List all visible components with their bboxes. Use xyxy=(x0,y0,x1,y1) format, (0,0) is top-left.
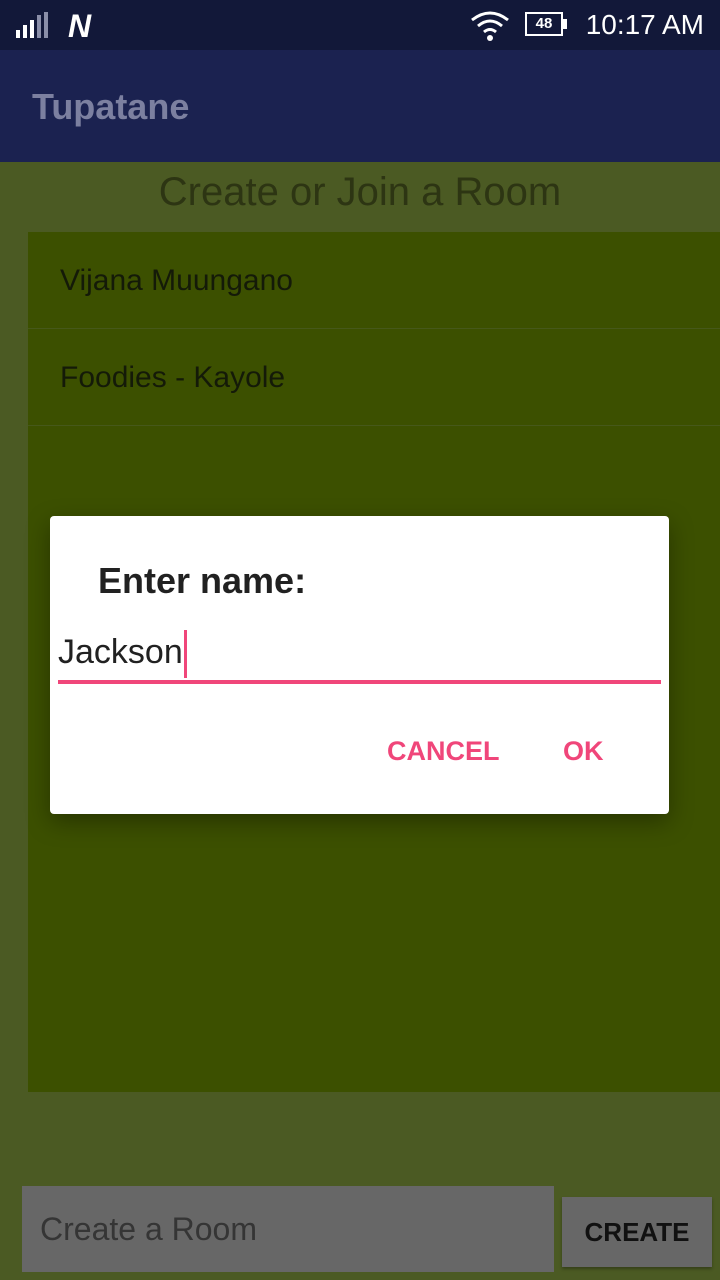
create-button[interactable]: CREATE xyxy=(562,1197,712,1267)
battery-level: 48 xyxy=(535,15,553,32)
name-input[interactable]: Jackson xyxy=(58,626,661,684)
room-list-item[interactable]: Foodies - Kayole xyxy=(28,329,720,426)
dialog-title: Enter name: xyxy=(98,560,307,601)
app-bar: Tupatane xyxy=(0,50,720,162)
create-room-input[interactable]: Create a Room xyxy=(22,1186,554,1272)
page-heading: Create or Join a Room xyxy=(158,170,562,214)
wifi-icon xyxy=(471,11,509,41)
text-cursor xyxy=(183,630,187,679)
signal-icon xyxy=(16,12,48,38)
cancel-button[interactable]: CANCEL xyxy=(387,736,500,767)
ok-button[interactable]: OK xyxy=(563,736,604,767)
clock: 10:17 AM xyxy=(585,9,704,40)
enter-name-dialog: Enter name: Jackson CANCEL OK xyxy=(50,516,669,814)
name-input-value: Jackson xyxy=(58,633,183,671)
battery-icon: 48 xyxy=(525,12,567,36)
app-title: Tupatane xyxy=(32,86,190,127)
status-bar: N 48 10:17 AM xyxy=(0,0,720,50)
n-notification-icon: N xyxy=(68,8,92,44)
room-list-item[interactable]: Vijana Muungano xyxy=(28,232,720,329)
